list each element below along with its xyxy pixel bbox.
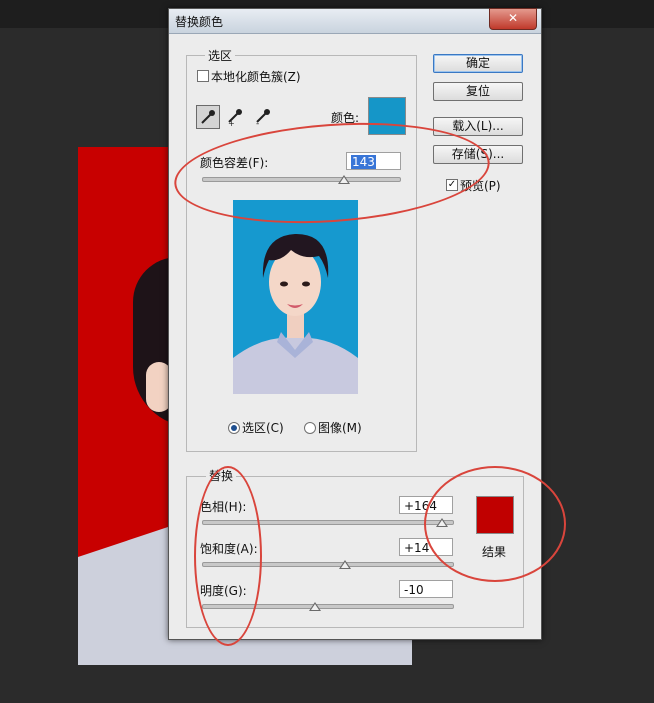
lightness-slider-thumb[interactable]: [309, 602, 321, 611]
lightness-input[interactable]: -10: [399, 580, 453, 598]
portrait-preview-image: [233, 200, 358, 394]
eyedropper-icon: [201, 110, 215, 124]
eyedropper-subtract-icon: -: [256, 109, 270, 129]
selection-preview: [233, 200, 358, 394]
view-selection-radio[interactable]: [228, 422, 240, 434]
lightness-value: -10: [404, 583, 424, 597]
view-image-radio[interactable]: [304, 422, 316, 434]
reset-button[interactable]: 复位: [433, 82, 523, 101]
annotation-circle-result: [424, 466, 566, 582]
view-image-label: 图像(M): [318, 421, 362, 435]
localized-clusters-checkbox[interactable]: [197, 70, 209, 82]
eyedropper-tool-button[interactable]: [196, 105, 220, 129]
saturation-slider-thumb[interactable]: [339, 560, 351, 569]
eyedropper-add-tool-button[interactable]: +: [224, 105, 246, 128]
eyedropper-add-icon: +: [228, 109, 242, 128]
dialog-titlebar[interactable]: 替换颜色 ✕: [169, 8, 541, 34]
svg-text:-: -: [256, 119, 259, 127]
ok-button[interactable]: 确定: [433, 54, 523, 73]
localized-clusters-label: 本地化颜色簇(Z): [211, 70, 301, 84]
dialog-title: 替换颜色: [175, 15, 224, 29]
view-selection-label: 选区(C): [242, 421, 284, 435]
close-x-icon: ✕: [507, 11, 519, 25]
selection-group-label: 选区: [205, 47, 236, 64]
saturation-value: +14: [404, 541, 430, 555]
eyedropper-subtract-tool-button[interactable]: -: [252, 105, 274, 129]
close-button[interactable]: ✕: [489, 8, 537, 30]
annotation-circle-labels: [194, 466, 262, 646]
svg-text:+: +: [228, 119, 235, 127]
